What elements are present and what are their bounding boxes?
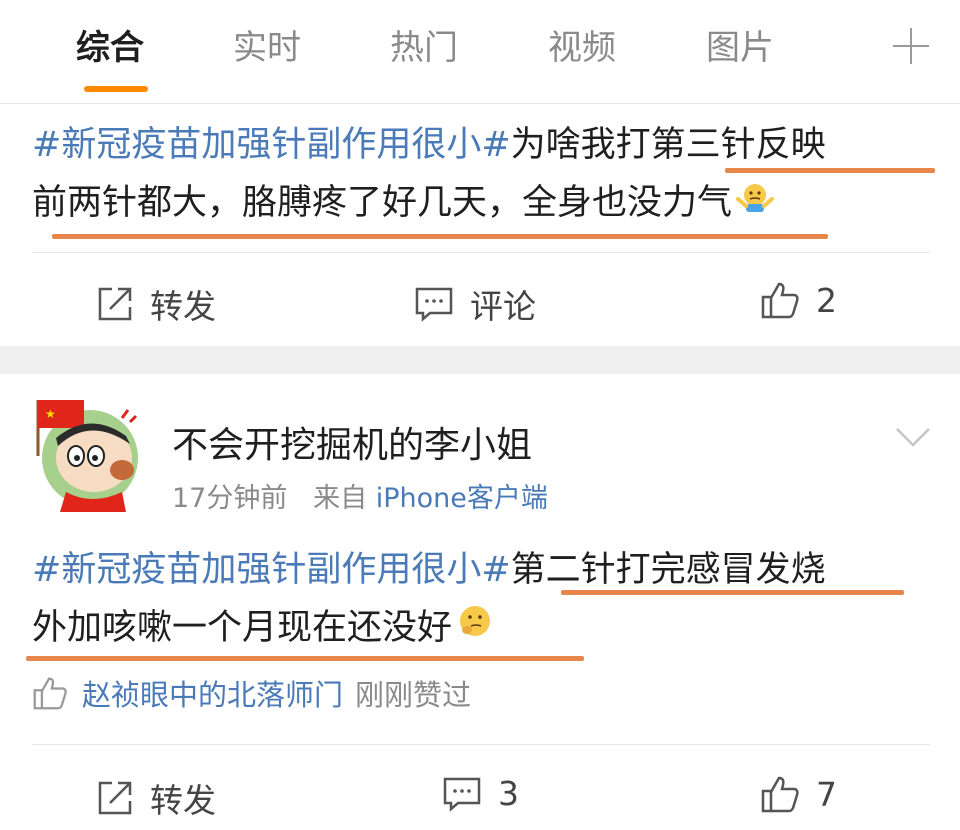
- post1-text-line2: 前两针都大，胳膊疼了好几天，全身也没力气: [32, 183, 733, 223]
- post2-text-line1: 第二针打完感冒发烧: [510, 550, 826, 590]
- active-tab-indicator: [84, 86, 148, 92]
- repost-icon: [98, 781, 132, 815]
- repost-icon: [98, 287, 132, 321]
- post2-from-label: 来自: [313, 483, 368, 514]
- post1-comment-label: 评论: [470, 287, 536, 326]
- post2-text: #新冠疫苗加强针副作用很小#第二针打完感冒发烧 外加咳嗽一个月现在还没好: [32, 541, 932, 658]
- post2-divider: [32, 744, 930, 745]
- post2-time: 17分钟前: [172, 483, 288, 514]
- liked-by-row: 赵祯眼中的北落师门 刚刚赞过: [32, 672, 471, 714]
- tab-realtime[interactable]: 实时: [233, 24, 301, 72]
- post1-like-count: 2: [816, 280, 837, 320]
- post1-text-line1: 为啥我打第三针反映: [510, 125, 826, 165]
- tab-video[interactable]: 视频: [548, 24, 616, 72]
- plus-icon[interactable]: [893, 28, 929, 64]
- post2-like-count: 7: [816, 774, 837, 814]
- user-avatar[interactable]: ★: [30, 396, 142, 512]
- liker-name[interactable]: 赵祯眼中的北落师门: [82, 672, 343, 714]
- liked-status: 刚刚赞过: [355, 678, 472, 712]
- post2-username[interactable]: 不会开挖掘机的李小姐: [172, 416, 532, 468]
- post1-hashtag[interactable]: #新冠疫苗加强针副作用很小#: [32, 125, 511, 165]
- post2-comment-count: 3: [498, 774, 519, 813]
- comment-icon: [415, 287, 453, 322]
- post1-highlight-underline-1: [725, 168, 935, 173]
- post2-hashtag[interactable]: #新冠疫苗加强针副作用很小#: [32, 550, 511, 590]
- post2-repost-label: 转发: [150, 781, 216, 820]
- post1-comment-button[interactable]: 评论: [414, 280, 536, 328]
- post2-repost-button[interactable]: 转发: [96, 774, 216, 822]
- post1-text: #新冠疫苗加强针副作用很小#为啥我打第三针反映 前两针都大，胳膊疼了好几天，全身…: [32, 116, 932, 233]
- comment-icon: [443, 777, 481, 812]
- chevron-down-icon[interactable]: [895, 426, 931, 448]
- post2-comment-button[interactable]: 3: [442, 774, 519, 813]
- post2-source[interactable]: iPhone客户端: [376, 483, 548, 514]
- post2-highlight-underline-2: [26, 656, 584, 661]
- thumbs-up-icon: [761, 776, 799, 813]
- post-separator: [0, 346, 960, 374]
- tab-hot[interactable]: 热门: [390, 24, 458, 72]
- svg-text:★: ★: [45, 407, 56, 421]
- thinking-emoji-icon: [456, 600, 494, 658]
- post1-divider: [32, 252, 930, 253]
- post2-like-button[interactable]: 7: [760, 774, 837, 814]
- post2-text-line2: 外加咳嗽一个月现在还没好: [32, 608, 453, 648]
- tab-comprehensive[interactable]: 综合: [76, 24, 144, 72]
- tab-bar: 综合 实时 热门 视频 图片: [0, 0, 960, 104]
- post1-repost-button[interactable]: 转发: [96, 280, 216, 328]
- post2-highlight-underline-1: [561, 590, 904, 595]
- shrug-emoji-icon: [736, 175, 775, 233]
- thumbs-up-icon: [33, 677, 67, 710]
- tab-images[interactable]: 图片: [706, 24, 774, 72]
- thumbs-up-icon: [761, 282, 799, 319]
- post1-like-button[interactable]: 2: [760, 280, 837, 320]
- post1-repost-label: 转发: [150, 287, 216, 326]
- post2-meta: 17分钟前 来自 iPhone客户端: [172, 476, 548, 515]
- post1-highlight-underline-2: [52, 234, 828, 239]
